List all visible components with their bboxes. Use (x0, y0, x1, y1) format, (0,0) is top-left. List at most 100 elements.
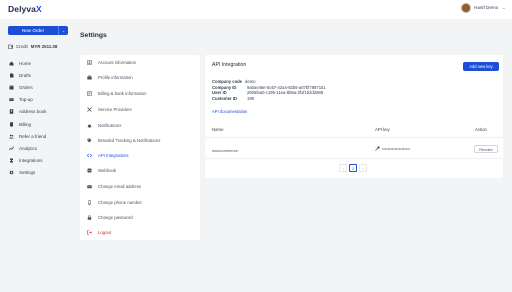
column-header-api-key: API key (375, 127, 390, 132)
sidebar-item-label: Address book (19, 109, 47, 115)
sidebar-item-label: Analytics (19, 145, 38, 151)
billing-icon (9, 121, 14, 127)
company-id-label: Company ID (212, 84, 237, 90)
company-code-value: demo (245, 79, 256, 85)
credit-amount: MYR 2511.08 (30, 44, 58, 49)
address-book-icon (9, 109, 14, 115)
menu-item-label: Service Providers (98, 107, 132, 112)
orders-icon (9, 85, 14, 90)
menu-item-webhook[interactable]: Webhook (80, 165, 200, 176)
api-key-masked: •••••••••••••••••••• (382, 146, 411, 151)
sidebar-item-drafts[interactable]: Drafts (0, 69, 72, 81)
analytics-icon (9, 146, 14, 151)
menu-item-label: Webhook (98, 168, 117, 173)
integrations-icon (9, 158, 14, 163)
menu-item-change-phone[interactable]: Change phone number (80, 197, 200, 208)
pagination-next[interactable]: › (359, 164, 367, 172)
user-id-value: 2605fea0-c195-11ea-8b8a-3f1f1b2d2688 (247, 90, 324, 96)
user-id-label: User ID (212, 90, 227, 96)
chevron-down-icon[interactable]: ⌄ (502, 5, 506, 11)
pagination-prev[interactable]: ‹ (339, 164, 347, 172)
home-icon (9, 61, 14, 66)
menu-item-label: API Integrations (98, 153, 129, 158)
divider (205, 137, 503, 138)
menu-item-label: Notifications (98, 123, 122, 128)
user-name[interactable]: Hanif Demo (474, 5, 498, 10)
customer-id-value: 199 (247, 96, 254, 102)
user-card-icon (87, 60, 92, 65)
settings-menu: Account information Profile information … (80, 55, 200, 240)
bell-icon (87, 123, 92, 128)
top-bar: DelyvaX Hanif Demo ⌄ (0, 0, 512, 19)
sidebar-item-analytics[interactable]: Analytics (0, 142, 72, 154)
menu-item-label: Branded Tracking & Notifications (98, 138, 161, 143)
company-code-label: Company code (212, 79, 243, 85)
menu-item-branded-tracking[interactable]: Branded Tracking & Notifications (80, 135, 200, 146)
webhook-icon (87, 168, 92, 173)
logout-icon (87, 230, 92, 235)
divider (205, 158, 503, 159)
wallet-icon (8, 44, 13, 49)
sidebar-item-home[interactable]: Home (0, 57, 72, 69)
sidebar-item-integrations[interactable]: Integrations (0, 155, 72, 167)
sidebar-item-label: Home (19, 60, 32, 66)
bank-card-icon (87, 91, 92, 96)
menu-item-service-providers[interactable]: Service Providers (80, 104, 200, 115)
api-key-cell: •••••••••••••••••••• (375, 146, 410, 151)
credit-label: Credit (16, 44, 28, 49)
api-key-name: woocommerce (212, 148, 239, 153)
sidebar-item-address-book[interactable]: Address book (0, 106, 72, 118)
api-integration-panel: API Integration Add new key Company code… (205, 55, 503, 178)
tag-icon (87, 138, 92, 143)
sidebar-item-refer[interactable]: Refer a friend (0, 130, 72, 142)
sidebar-item-orders[interactable]: Orders (0, 81, 72, 93)
api-documentation-link[interactable]: API documentation (212, 109, 247, 114)
new-order-button[interactable]: New Order ⌄ (8, 26, 68, 35)
menu-item-label: Change password (98, 215, 133, 220)
menu-item-label: Logout (98, 230, 112, 235)
sidebar-item-settings[interactable]: Settings (0, 167, 72, 179)
code-icon (87, 153, 92, 158)
company-id-row: Company ID 9a0ae46e-5c67-42a4-82b6-a07bf7… (212, 85, 326, 91)
sidebar-item-label: Refer a friend (19, 133, 47, 139)
pagination-page[interactable]: 1 (349, 164, 357, 172)
menu-item-change-email[interactable]: Change email address (80, 181, 200, 192)
sidebar-item-label: Integrations (19, 158, 43, 164)
menu-item-label: Billing & bank information (98, 91, 147, 96)
sidebar-item-label: Drafts (19, 72, 32, 78)
company-id-value: 9a0ae46e-5c67-42a4-82b6-a07bf7887151 (247, 84, 326, 90)
add-new-key-button[interactable]: Add new key (463, 62, 499, 71)
sidebar-item-label: Settings (19, 170, 36, 176)
phone-icon (87, 200, 92, 205)
page-title: Settings (80, 32, 107, 39)
customer-id-row: Customer ID 199 (212, 96, 326, 102)
menu-item-api-integrations[interactable]: API Integrations (80, 150, 200, 161)
sidebar-item-label: Orders (19, 84, 33, 90)
refer-icon (9, 134, 14, 139)
tools-icon (87, 107, 92, 112)
sidebar-item-billing[interactable]: Billing (0, 118, 72, 130)
sidebar-item-label: Billing (19, 121, 32, 127)
settings-icon (9, 170, 14, 175)
menu-item-label: Change phone number (98, 200, 142, 205)
menu-item-label: Account information (98, 60, 136, 65)
column-header-action: Action (475, 127, 487, 132)
new-order-dropdown-icon[interactable]: ⌄ (58, 26, 68, 35)
section-title: API Integration (212, 62, 247, 68)
app-logo[interactable]: DelyvaX (8, 4, 42, 14)
sidebar-item-topup[interactable]: Top-up (0, 94, 72, 106)
menu-item-account-information[interactable]: Account information (80, 57, 200, 68)
key-icon (375, 146, 380, 151)
menu-item-billing-bank[interactable]: Billing & bank information (80, 88, 200, 99)
column-header-name: Name (212, 127, 224, 132)
pagination: ‹ 1 › (339, 164, 367, 172)
menu-item-logout[interactable]: Logout (80, 227, 200, 238)
avatar[interactable] (461, 3, 471, 13)
menu-item-profile-information[interactable]: Profile information (80, 72, 200, 83)
menu-item-change-password[interactable]: Change password (80, 212, 200, 223)
revoke-button[interactable]: Revoke (474, 145, 498, 153)
user-id-row: User ID 2605fea0-c195-11ea-8b8a-3f1f1b2d2… (212, 90, 326, 96)
new-order-label: New Order (21, 28, 45, 33)
briefcase-icon (87, 75, 92, 80)
menu-item-notifications[interactable]: Notifications (80, 120, 200, 131)
